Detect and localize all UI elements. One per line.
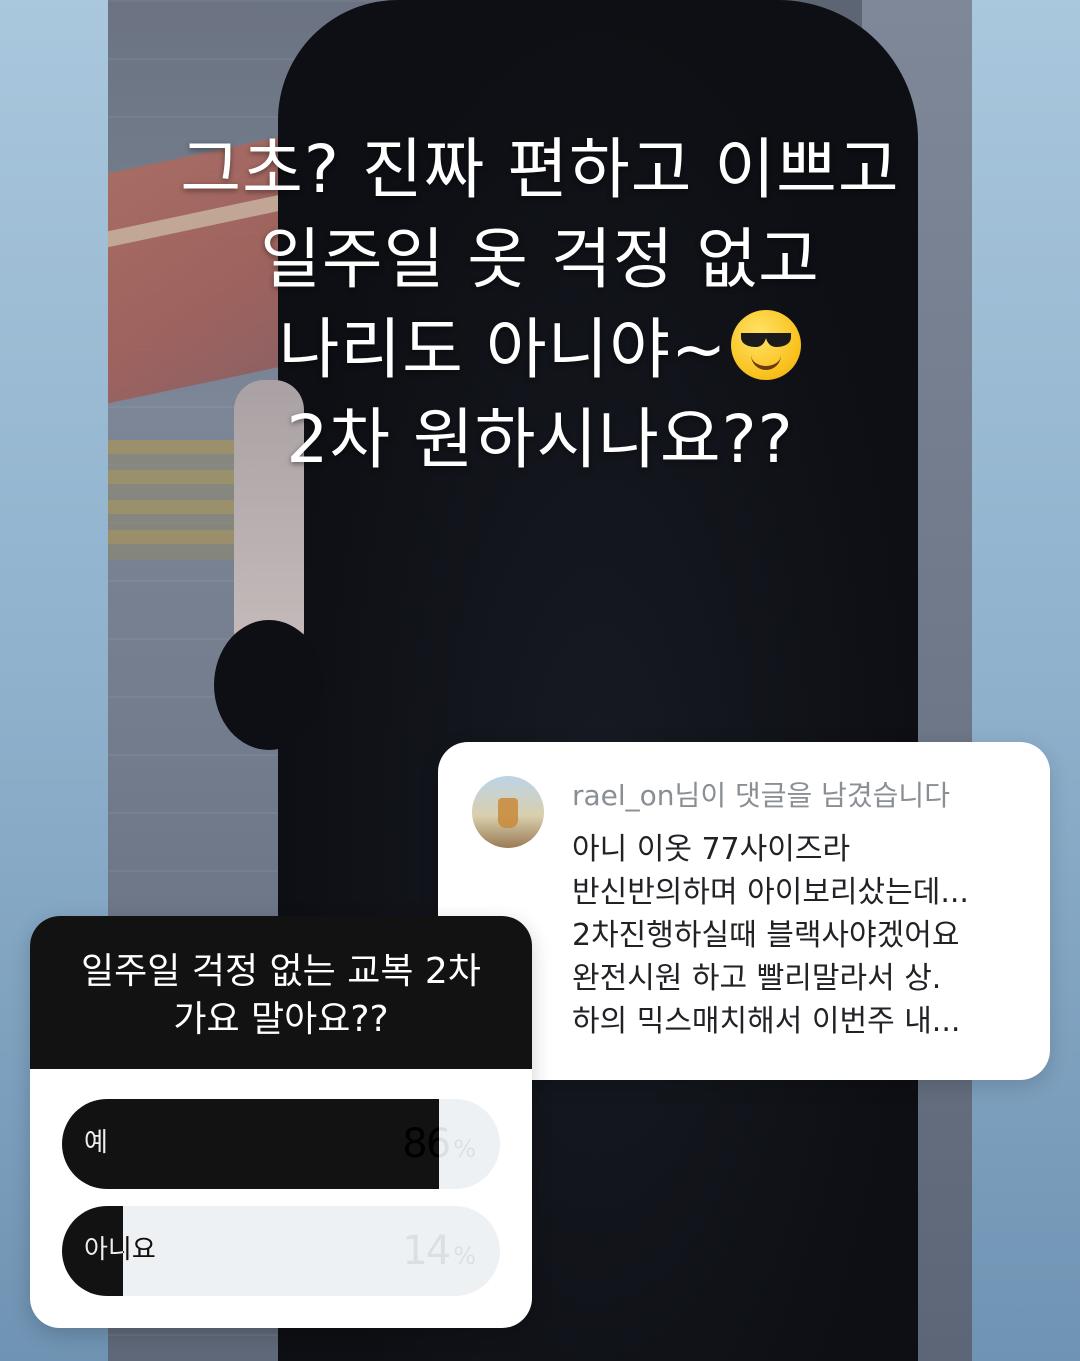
poll-result-bar [62,1099,439,1189]
comment-username: rael_on님이 댓글을 남겼습니다 [572,779,950,812]
poll-question-line-1: 일주일 걱정 없는 교복 2차 [81,951,481,992]
poll-option-label: 아니요 [84,1235,156,1265]
black-round-bag [214,620,324,750]
comment-line: 2차진행하실때 블랙사야겠어요 [572,918,960,953]
caption-line-4: 2차 원하시나요?? [286,401,794,478]
poll-header: 일주일 걱정 없는 교복 2차 가요 말아요?? [30,916,532,1069]
caption-line-1: 그초? 진짜 편하고 이쁘고 [180,131,900,208]
percent-sign: % [453,1242,476,1270]
comment-line: 하의 믹스매치해서 이번주 내... [572,1004,961,1039]
percent-value: 86 [402,1121,451,1167]
poll-question: 일주일 걱정 없는 교복 2차 가요 말아요?? [50,948,512,1044]
comment-text: 아니 이옷 77사이즈라 반신반의하며 아이보리샀는데... 2차진행하실때 블… [572,828,1022,1043]
comment-line: 완전시원 하고 빨리말라서 상. [572,961,942,996]
story-caption: 그초? 진짜 편하고 이쁘고 일주일 옷 걱정 없고 나리도 아니야~ 2차 원… [108,125,972,485]
poll-option-label: 예 [84,1128,108,1158]
comment-line: 반신반의하며 아이보리샀는데... [572,875,969,910]
poll-option-no[interactable]: 아니요 14% [62,1206,500,1296]
caption-line-3: 나리도 아니야~ [108,305,972,395]
smiling-face-with-sunglasses-icon [731,310,802,380]
poll-option-percent: 14% [402,1226,476,1284]
avatar[interactable] [472,776,544,848]
caption-line-3-text: 나리도 아니야~ [278,311,728,388]
poll-option-percent: 86% [402,1119,476,1177]
percent-value: 14 [402,1228,451,1274]
poll-sticker: 일주일 걱정 없는 교복 2차 가요 말아요?? 예 86% 아니요 14% [30,916,532,1328]
poll-option-yes[interactable]: 예 86% [62,1099,500,1189]
caption-line-2: 일주일 옷 걱정 없고 [260,221,820,298]
comment-line: 아니 이옷 77사이즈라 [572,832,851,867]
percent-sign: % [453,1135,476,1163]
poll-question-line-2: 가요 말아요?? [173,999,389,1040]
